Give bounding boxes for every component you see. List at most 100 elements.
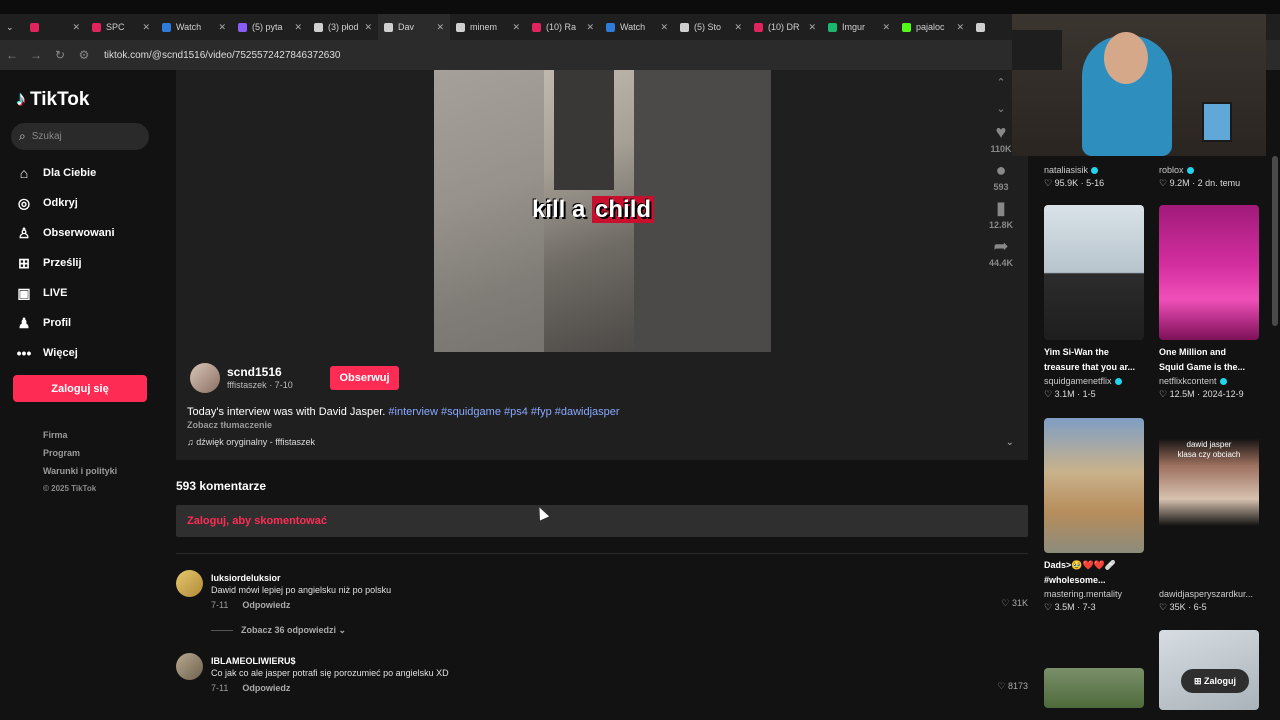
video-caption: kill a child: [532, 196, 655, 224]
original-sound-link[interactable]: ♫ dźwięk oryginalny - fffistaszek: [187, 437, 315, 447]
bookmark-action[interactable]: ▮ 12.8K: [984, 198, 1018, 230]
footer-link[interactable]: Program: [43, 448, 117, 466]
profile-icon: ♟: [17, 314, 31, 331]
recommended-video-card[interactable]: Yim Si-Wan the treasure that you ar... squ…: [1044, 205, 1144, 400]
webcam-background-shelf: [1012, 30, 1062, 70]
tab-close-icon[interactable]: ✕: [212, 22, 226, 33]
recommended-video-card[interactable]: Dads>🥹❤️❤️🩹 #wholesome... mastering.mental…: [1044, 418, 1144, 613]
tab-close-icon[interactable]: ✕: [506, 22, 520, 33]
search-input[interactable]: ⌕ Szukaj: [11, 123, 149, 150]
recommended-video-card[interactable]: nataliasisik ♡ 95.9K · 5-16: [1044, 164, 1144, 189]
sidebar-item-live[interactable]: ▣ LIVE: [15, 278, 115, 308]
sidebar-item-following[interactable]: ♙ Obserwowani: [15, 218, 115, 248]
video-thumbnail[interactable]: [1044, 205, 1144, 340]
tab-favicon-icon: [902, 22, 911, 32]
tab-favicon-icon: [754, 22, 763, 32]
follow-button[interactable]: Obserwuj: [330, 366, 399, 390]
back-icon[interactable]: ←: [0, 48, 24, 62]
tab-close-icon[interactable]: ✕: [728, 22, 742, 33]
tab-close-icon[interactable]: ✕: [66, 22, 80, 33]
sidebar-item-label: Prześlij: [43, 257, 82, 269]
browser-tab[interactable]: (5) pyta ✕: [232, 14, 308, 40]
tab-close-icon[interactable]: ✕: [288, 22, 302, 33]
tiktok-logo[interactable]: ♪ TikTok: [16, 88, 89, 111]
share-action[interactable]: ➦ 44.4K: [984, 236, 1018, 268]
comment-action[interactable]: ● 593: [984, 160, 1018, 192]
forward-icon[interactable]: →: [24, 48, 48, 62]
author-username[interactable]: scnd1516: [227, 365, 282, 379]
browser-tab[interactable]: (10) DR ✕: [748, 14, 822, 40]
footer-link[interactable]: Warunki i polityki: [43, 466, 117, 484]
recommended-video-card[interactable]: One Million and Squid Game is the... netfl…: [1159, 205, 1259, 400]
tab-label: Watch: [176, 22, 202, 32]
browser-tab[interactable]: pajaloc ✕: [896, 14, 970, 40]
browser-tab[interactable]: SPC ✕: [86, 14, 156, 40]
reply-button[interactable]: Odpowiedz: [242, 600, 290, 610]
reply-button[interactable]: Odpowiedz: [242, 683, 290, 693]
tab-close-icon[interactable]: ✕: [654, 22, 668, 33]
browser-tab[interactable]: (10) Ra ✕: [526, 14, 600, 40]
footer-link[interactable]: Firma: [43, 430, 117, 448]
recommended-video-card[interactable]: roblox ♡ 9.2M · 2 dn. temu: [1159, 164, 1259, 189]
sidebar-item-explore[interactable]: ◎ Odkryj: [15, 188, 115, 218]
comment-username[interactable]: luksiordeluksior: [211, 573, 281, 583]
browser-tab[interactable]: ✕: [24, 14, 86, 40]
video-thumbnail[interactable]: [1044, 418, 1144, 553]
video-thumbnail[interactable]: [1044, 668, 1144, 708]
heart-icon: ♡: [1001, 598, 1012, 608]
comment-text: Dawid mówi lepiej po angielsku niż po po…: [211, 585, 392, 595]
tab-list-button[interactable]: ⌄: [0, 14, 24, 40]
video-thumbnail[interactable]: dawid jasper klasa czy obciach: [1159, 418, 1259, 553]
video-author[interactable]: mastering.mentality: [1044, 589, 1144, 599]
see-translation-link[interactable]: Zobacz tłumaczenie: [187, 420, 272, 430]
video-author[interactable]: roblox: [1159, 165, 1259, 175]
video-thumbnail[interactable]: [1159, 205, 1259, 340]
scrollbar[interactable]: [1272, 156, 1278, 326]
comment-like-button[interactable]: ♡ 8173: [997, 681, 1028, 692]
comment-username[interactable]: IBLAMEOLIWIERU$: [211, 656, 296, 666]
sidebar-item-profile[interactable]: ♟ Profil: [15, 308, 115, 338]
recommended-video-card[interactable]: dawid jasper klasa czy obciach dawidjasper…: [1159, 418, 1259, 613]
browser-tab[interactable]: (3) płod ✕: [308, 14, 378, 40]
browser-tab[interactable]: Watch ✕: [600, 14, 674, 40]
sidebar-item-upload[interactable]: ⊞ Prześlij: [15, 248, 115, 278]
explore-icon: ◎: [17, 194, 31, 211]
browser-tab[interactable]: Watch ✕: [156, 14, 232, 40]
browser-tab[interactable]: Imgur ✕: [822, 14, 896, 40]
comment-text: Co jak co ale jasper potrafi się porozum…: [211, 668, 449, 678]
tab-label: (5) Sto: [694, 22, 722, 32]
hashtags[interactable]: #interview #squidgame #ps4 #fyp #dawidja…: [388, 406, 619, 418]
video-author[interactable]: squidgamenetflix: [1044, 376, 1144, 386]
browser-tab[interactable]: (5) Sto ✕: [674, 14, 748, 40]
reload-icon[interactable]: ↻: [48, 48, 72, 62]
site-info-icon[interactable]: ⚙: [72, 48, 96, 62]
video-author[interactable]: dawidjasperyszardkur...: [1159, 589, 1259, 599]
browser-tab[interactable]: minem ✕: [450, 14, 526, 40]
comment-avatar[interactable]: [176, 570, 203, 597]
browser-tab[interactable]: [970, 14, 990, 40]
tab-label: pajaloc: [916, 22, 945, 32]
tab-close-icon[interactable]: ✕: [580, 22, 594, 33]
login-button[interactable]: Zaloguj się: [13, 375, 147, 402]
video-author[interactable]: nataliasisik: [1044, 165, 1144, 175]
login-to-comment[interactable]: Zaloguj, aby skomentować: [176, 505, 1028, 537]
author-name: nataliasisik: [1044, 165, 1089, 175]
tab-close-icon[interactable]: ✕: [136, 22, 150, 33]
comment-avatar[interactable]: [176, 653, 203, 680]
tab-close-icon[interactable]: ✕: [430, 22, 444, 33]
tab-close-icon[interactable]: ✕: [359, 22, 373, 33]
tab-close-icon[interactable]: ✕: [802, 22, 816, 33]
url-text[interactable]: tiktok.com/@scnd1516/video/7525572427846…: [104, 50, 340, 61]
sidebar-item-home[interactable]: ⌂ Dla Ciebie: [15, 158, 115, 188]
comment-like-button[interactable]: ♡ 31K: [1001, 598, 1028, 609]
video-frame[interactable]: kill a child: [434, 70, 771, 352]
tab-close-icon[interactable]: ✕: [950, 22, 964, 33]
expand-chevron-icon[interactable]: ⌄: [1006, 437, 1014, 448]
view-replies-button[interactable]: Zobacz 36 odpowiedzi ⌄: [211, 625, 346, 636]
video-author[interactable]: netflixkcontent: [1159, 376, 1259, 386]
sidebar-item-more[interactable]: ••• Więcej: [15, 338, 115, 368]
floating-login-button[interactable]: ⊞ Zaloguj: [1181, 669, 1249, 693]
browser-tab[interactable]: Dav ✕: [378, 14, 450, 40]
author-avatar[interactable]: [190, 363, 220, 393]
tab-close-icon[interactable]: ✕: [876, 22, 890, 33]
